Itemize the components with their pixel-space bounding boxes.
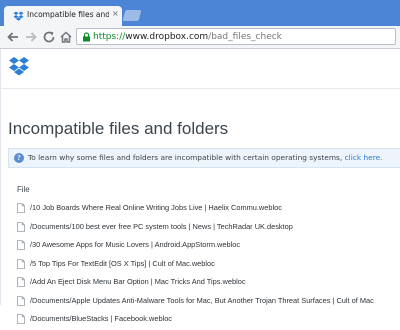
lock-icon — [83, 32, 90, 42]
file-name: /10 Job Boards Where Real Online Writing… — [30, 203, 282, 212]
page-title: Incompatible files and folders — [8, 119, 229, 138]
file-icon — [17, 277, 25, 287]
file-name: /5 Top Tips For TextEdit [OS X Tips] | C… — [30, 258, 215, 268]
file-row[interactable]: /Documents/BlueStacks | Facebook.webloc — [15, 311, 400, 330]
file-row[interactable]: /Documents/100 best ever free PC system … — [15, 219, 400, 238]
header-divider — [0, 88, 400, 89]
tab-close-icon[interactable]: × — [112, 9, 119, 18]
file-row[interactable]: /5 Top Tips For TextEdit [OS X Tips] | C… — [15, 256, 400, 275]
file-row[interactable]: /10 Job Boards Where Real Online Writing… — [15, 200, 400, 219]
file-row[interactable]: /Documents/Apple Updates Anti-Malware To… — [15, 293, 400, 312]
file-icon — [17, 203, 25, 213]
notice-message: To learn why some files and folders are … — [28, 153, 345, 162]
tab-title: Incompatible files and fold — [27, 10, 109, 19]
file-name: /30 Awesome Apps for Music Lovers | Andr… — [30, 240, 241, 249]
reload-icon[interactable] — [42, 30, 56, 44]
dropbox-logo-icon[interactable] — [8, 56, 30, 76]
browser-toolbar: https://www.dropbox.com/bad_files_check — [0, 26, 400, 49]
browser-tab[interactable]: Incompatible files and fold × — [4, 6, 122, 26]
file-icon — [17, 221, 25, 232]
forward-arrow-icon[interactable] — [24, 30, 38, 44]
new-tab-button[interactable] — [122, 10, 142, 21]
file-name: /Documents/BlueStacks | Facebook.webloc — [30, 314, 172, 323]
info-notice: ? To learn why some files and folders ar… — [8, 148, 400, 168]
file-name: /Documents/Apple Updates Anti-Malware To… — [30, 295, 374, 305]
file-list: /10 Job Boards Where Real Online Writing… — [15, 200, 400, 330]
file-icon — [17, 240, 25, 250]
address-bar[interactable]: https://www.dropbox.com/bad_files_check — [76, 28, 396, 45]
file-row[interactable]: /30 Awesome Apps for Music Lovers | Andr… — [15, 237, 400, 256]
file-icon — [17, 258, 25, 269]
file-name: /Add An Eject Disk Menu Bar Option | Mac… — [30, 277, 246, 286]
file-name: /Documents/100 best ever free PC system … — [30, 221, 293, 231]
file-row[interactable]: /Add An Eject Disk Menu Bar Option | Mac… — [15, 274, 400, 293]
tab-strip: Incompatible files and fold × — [0, 0, 400, 26]
file-icon — [17, 295, 25, 306]
url-text: https://www.dropbox.com/bad_files_check — [93, 32, 282, 42]
notice-text: To learn why some files and folders are … — [28, 153, 382, 162]
dropbox-favicon-icon — [13, 11, 24, 21]
home-icon[interactable] — [59, 30, 73, 44]
click-here-link[interactable]: click here. — [345, 153, 383, 162]
back-arrow-icon[interactable] — [6, 30, 20, 44]
info-icon: ? — [14, 153, 24, 163]
file-icon — [17, 314, 25, 324]
file-column-header: File — [17, 185, 30, 194]
